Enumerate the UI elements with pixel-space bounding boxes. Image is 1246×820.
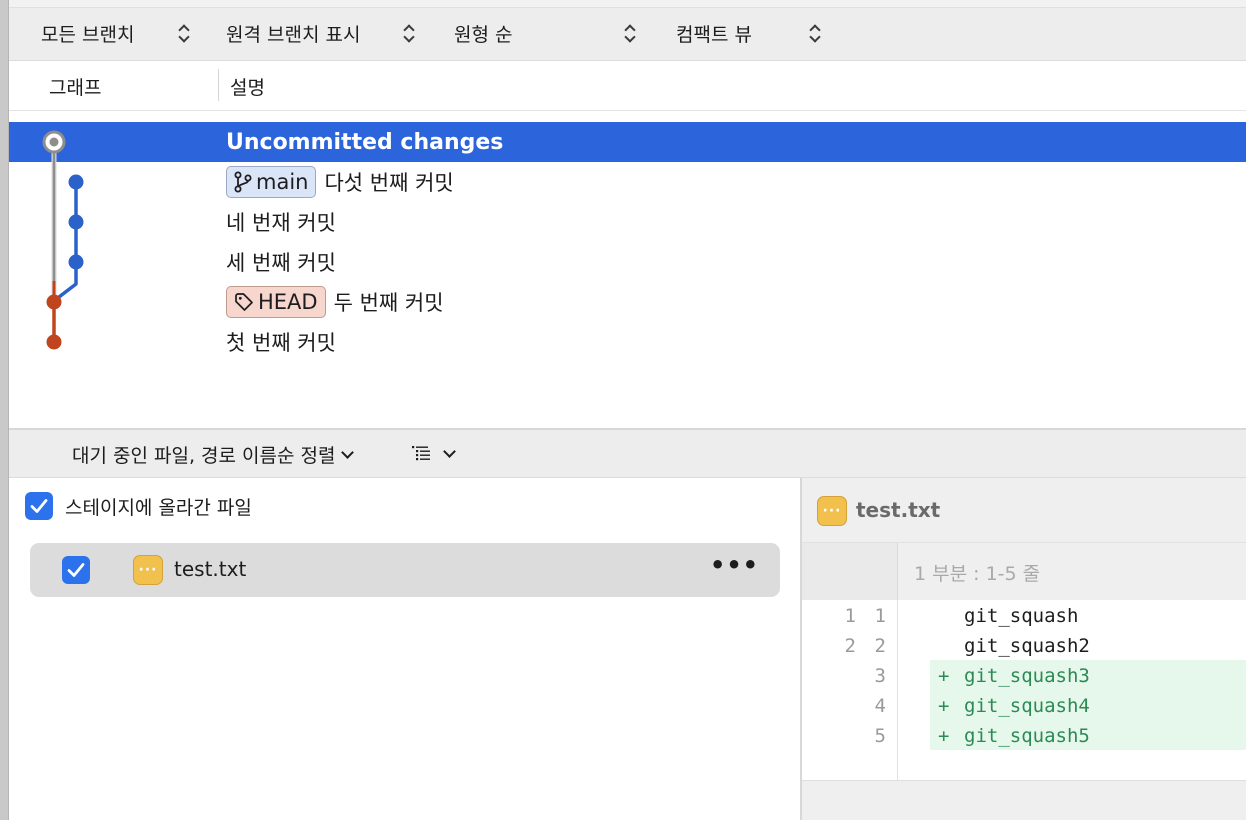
commit-description: 다섯 번째 커밋 [324,171,454,195]
updown-chevron-icon [403,23,415,43]
commit-row[interactable]: 첫 번째 커밋 [9,322,1246,362]
commit-row[interactable]: HEAD 두 번째 커밋 [9,282,1246,322]
ellipsis-badge-icon: ··· [817,496,847,526]
view-mode-select[interactable]: 컴팩트 뷰 [676,20,752,46]
commit-column-header: 그래프 설명 [9,61,1246,111]
commit-node-icon [46,334,62,350]
chevron-down-icon [341,445,355,459]
commit-row[interactable]: 네 번재 커밋 [9,202,1246,242]
old-line-number: 2 [844,635,856,657]
commit-node-icon [68,214,84,230]
branch-filter-label: 모든 브랜치 [41,23,135,46]
hunk-header: 1 부분 : 1-5 줄 [802,543,1246,600]
list-view-dropdown[interactable] [411,444,456,464]
plus-icon: + [938,695,950,717]
commit-row-uncommitted[interactable]: Uncommitted changes [9,122,1246,162]
remote-branch-select[interactable]: 원격 브랜치 표시 [226,20,360,46]
commit-description: 세 번째 커밋 [226,251,336,275]
diff-line-text: git_squash4 [964,695,1090,717]
staged-files-pane: 스테이지에 올라간 파일 ··· test.txt ••• [9,478,800,820]
head-tag[interactable]: HEAD [226,286,326,318]
branch-tag-label: main [256,170,309,194]
diff-line-text: git_squash2 [964,635,1090,657]
order-select[interactable]: 원형 순 [454,20,512,46]
history-toolbar: 모든 브랜치 원격 브랜치 표시 원형 순 컴팩트 뷰 [9,8,1246,61]
remote-branch-label: 원격 브랜치 표시 [226,23,361,46]
file-checkbox[interactable] [62,556,90,584]
staged-files-label: 스테이지에 올라간 파일 [65,496,252,519]
updown-chevron-icon [178,23,190,43]
graph-column-header[interactable]: 그래프 [49,73,101,100]
diff-footer [802,780,1246,820]
description-column-header[interactable]: 설명 [230,73,265,100]
old-line-number: 1 [844,605,856,627]
commit-description: 첫 번째 커밋 [226,331,336,355]
staging-toolbar: 대기 중인 파일, 경로 이름순 정렬 [9,430,1246,478]
diff-line-text: git_squash [964,605,1079,627]
window-left-edge [0,0,9,820]
commit-node-icon [68,254,84,270]
column-divider[interactable] [218,69,219,101]
commit-node-icon [68,174,84,190]
view-mode-label: 컴팩트 뷰 [676,23,752,46]
more-dots-icon[interactable]: ••• [710,551,759,579]
list-tree-icon [412,446,430,461]
branch-filter-select[interactable]: 모든 브랜치 [41,20,134,46]
diff-pane: ··· test.txt 1 부분 : 1-5 줄 1 1 git_squash… [802,478,1246,820]
diff-line-text: git_squash5 [964,725,1090,747]
new-line-number: 5 [874,725,886,747]
commit-row[interactable]: 세 번째 커밋 [9,242,1246,282]
commit-description: 네 번재 커밋 [226,211,336,235]
commit-list: Uncommitted changes main 다섯 번째 커밋 네 번재 커… [9,111,1246,428]
new-line-number: 4 [874,695,886,717]
diff-line-added: 3 + git_squash3 [802,660,1246,690]
diff-line-text: git_squash3 [964,665,1090,687]
diff-line: 2 2 git_squash2 [802,630,1246,660]
new-line-number: 2 [874,635,886,657]
head-tag-label: HEAD [258,290,318,314]
staging-sort-label: 대기 중인 파일, 경로 이름순 정렬 [72,445,336,467]
window-top-strip [9,0,1246,8]
staged-files-header: 스테이지에 올라간 파일 [25,492,252,520]
staging-sort-dropdown[interactable]: 대기 중인 파일, 경로 이름순 정렬 [72,441,355,468]
file-row[interactable]: ··· test.txt ••• [30,543,780,597]
file-name: test.txt [174,557,247,581]
updown-chevron-icon [624,23,636,43]
checkmark-icon [67,563,85,577]
diff-code: 1 1 git_squash 2 2 git_squash2 3 + git_s… [802,600,1246,780]
tag-icon [235,293,253,311]
hunk-header-label: 1 부분 : 1-5 줄 [914,563,1041,585]
commit-row[interactable]: main 다섯 번째 커밋 [9,162,1246,202]
branch-tag-main[interactable]: main [226,166,317,198]
diff-line: 1 1 git_squash [802,600,1246,630]
commit-description: Uncommitted changes [226,129,504,155]
diff-line-added: 4 + git_squash4 [802,690,1246,720]
diff-file-name: test.txt [856,498,941,522]
staged-all-checkbox[interactable] [25,492,53,520]
new-line-number: 3 [874,665,886,687]
order-label: 원형 순 [454,23,513,46]
branch-icon [234,171,252,193]
commit-node-icon [46,294,62,310]
diff-file-header: ··· test.txt [802,478,1246,543]
updown-chevron-icon [809,23,821,43]
checkmark-icon [30,499,48,513]
commit-description: 두 번째 커밋 [333,291,444,315]
chevron-down-icon [443,445,456,458]
diff-line-added: 5 + git_squash5 [802,720,1246,750]
commit-graph [42,130,84,350]
new-line-number: 1 [874,605,886,627]
ellipsis-badge-icon: ··· [133,555,163,585]
plus-icon: + [938,665,950,687]
plus-icon: + [938,725,950,747]
